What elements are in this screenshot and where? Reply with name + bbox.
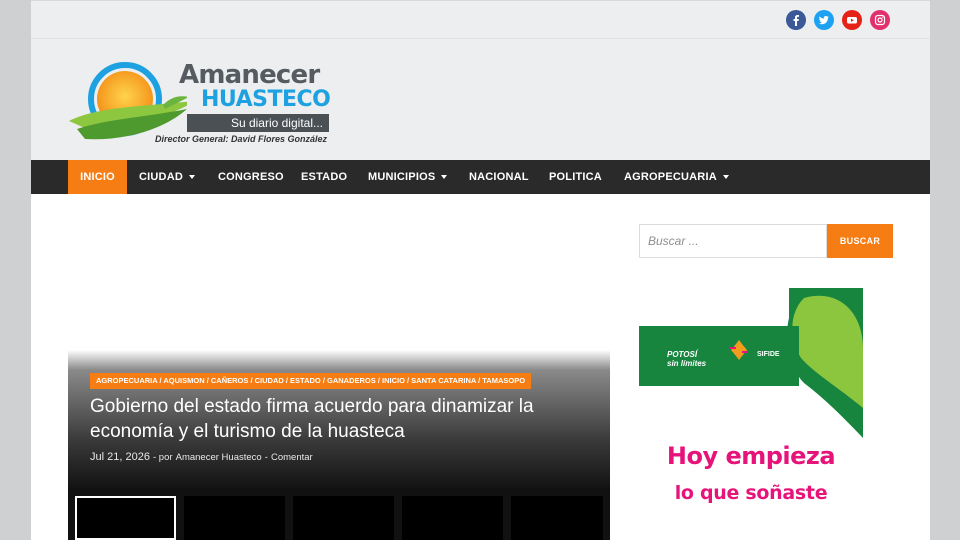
slider-thumb[interactable] [184,496,285,540]
logo-title: Amanecer [179,60,320,90]
nav-item-agropecuaria[interactable]: AGROPECUARIA [624,160,729,194]
nav-label: ESTADO [301,171,348,183]
comment-link[interactable]: Comentar [271,452,313,463]
main-nav: INICIO CIUDAD CONGRESO ESTADO MUNICIPIOS… [31,160,930,194]
slider-thumb[interactable] [402,496,503,540]
nav-label: MUNICIPIOS [368,171,436,183]
sidebar-ad[interactable]: POTOSÍ sin límites SIFIDE Hoy empieza lo … [639,288,863,540]
comment-separator: - [264,452,268,463]
slider-thumb[interactable] [511,496,603,540]
nav-item-politica[interactable]: POLITICA [549,160,602,194]
ad-headline: Hoy empieza [666,442,836,470]
author-prefix: - por [153,452,173,463]
featured-post[interactable]: AGROPECUARIA / AQUISMON / CAÑEROS / CIUD… [68,350,610,540]
nav-item-municipios[interactable]: MUNICIPIOS [368,160,448,194]
nav-item-inicio[interactable]: INICIO [68,160,127,194]
chevron-down-icon [441,175,448,180]
chevron-down-icon [722,175,729,180]
chevron-down-icon [188,175,195,180]
nav-label: NACIONAL [469,171,529,183]
slider-thumb[interactable] [293,496,394,540]
ad-brand: POTOSÍ sin límites [667,350,706,368]
logo-tagline: Su diario digital... [187,114,329,132]
nav-label: CIUDAD [139,171,183,183]
logo-subtitle: HUASTECO [201,87,331,112]
nav-item-nacional[interactable]: NACIONAL [469,160,529,194]
twitter-icon[interactable] [814,10,834,30]
ad-sifide: SIFIDE [757,351,780,358]
post-categories[interactable]: AGROPECUARIA / AQUISMON / CAÑEROS / CIUD… [90,373,532,389]
nav-item-ciudad[interactable]: CIUDAD [139,160,195,194]
ad-brand-line2: sin límites [667,359,707,368]
ad-brand-line1: POTOSÍ [667,350,698,359]
slider-thumbnails [68,496,610,540]
nav-label: CONGRESO [218,171,284,183]
search-input[interactable]: Buscar ... [639,224,827,258]
youtube-icon[interactable] [842,10,862,30]
top-bar [31,0,930,39]
slider-thumb[interactable] [75,496,176,540]
post-date[interactable]: Jul 21, 2026 [90,451,150,463]
nav-label: INICIO [80,171,115,183]
nav-label: AGROPECUARIA [624,171,717,183]
search-button[interactable]: BUSCAR [827,224,893,258]
facebook-icon[interactable] [786,10,806,30]
nav-item-congreso[interactable]: CONGRESO [218,160,284,194]
post-author[interactable]: Amanecer Huasteco [176,452,262,463]
site-logo[interactable]: Amanecer HUASTECO Su diario digital... D… [67,59,337,149]
post-meta: Jul 21, 2026 - por Amanecer Huasteco - C… [90,451,313,463]
page: Amanecer HUASTECO Su diario digital... D… [31,0,930,540]
instagram-icon[interactable] [870,10,890,30]
post-headline[interactable]: Gobierno del estado firma acuerdo para d… [90,394,590,444]
nav-label: POLITICA [549,171,602,183]
nav-item-estado[interactable]: ESTADO [301,160,347,194]
logo-director: Director General: David Flores González [155,134,328,144]
site-header: Amanecer HUASTECO Su diario digital... D… [31,39,930,160]
ad-subheadline: lo que soñaste [674,482,828,504]
